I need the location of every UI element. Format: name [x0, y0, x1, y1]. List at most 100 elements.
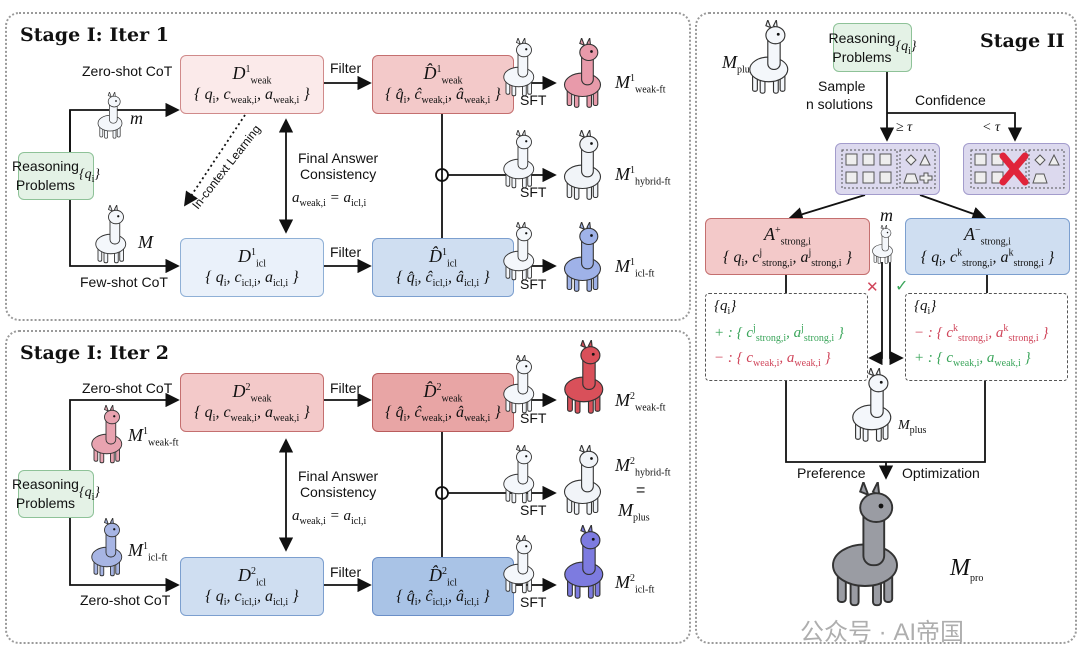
math-term: } [841, 248, 852, 266]
math-term: , aicl,i [256, 588, 289, 609]
dhat-icl-tuple: { q̂i, ĉicl,i, âicl,i } [396, 269, 489, 289]
subscript: pro [970, 572, 984, 584]
subscript: plus [909, 424, 927, 436]
subscript: weak-ft [148, 437, 179, 449]
math-term: Mpro [950, 555, 984, 584]
subscript: icl,i [463, 597, 480, 609]
few-shot-cot-label: Few-shot CoT [80, 274, 168, 290]
subscript: strong,i [811, 258, 842, 270]
a-plus-title: A+strong,i [764, 224, 811, 248]
watermark: 公众号 · AI帝国 [800, 619, 965, 646]
math-term: { qi [194, 86, 216, 107]
llama-icon [563, 445, 602, 515]
subscript: icl,i [241, 597, 257, 609]
llama-icon [749, 20, 789, 94]
math-term: + : { cjstrong,i [714, 323, 787, 344]
math-term: , cicl,i [226, 269, 257, 290]
equals-sign: = [636, 482, 646, 499]
iter2-title: Stage I: Iter 2 [20, 342, 169, 364]
weak-ft-model-label: M2weak-ft [615, 390, 666, 414]
subscript: weak,i [230, 413, 257, 425]
math-term: } [479, 269, 490, 287]
llama-icon [563, 222, 602, 292]
subscript: weak,i [953, 358, 980, 369]
math-term: − : { cweak,i [714, 350, 780, 369]
math-term: { q̂i [385, 86, 407, 107]
llama-icon [852, 368, 892, 442]
math-term: {qi [895, 38, 911, 57]
subscript: i [91, 491, 95, 503]
math-term: M2weak-ft [615, 390, 666, 414]
d-icl-tuple: { qi, cicl,i, aicl,i } [205, 588, 298, 608]
cross-icon: ✕ [866, 279, 879, 296]
question-set: {qi} [714, 298, 859, 317]
d-weak-tuple: { qi, cweak,i, aweak,i } [194, 86, 309, 106]
math-term: { qi [205, 588, 227, 609]
math-term: D̂2icl [429, 564, 457, 589]
superscript: j [808, 247, 812, 259]
subscript: icl,i [351, 516, 367, 527]
rejected-solution-shapes [970, 149, 1064, 189]
sample-label: Sample [818, 78, 866, 94]
llama-icon [503, 222, 535, 281]
problem-set: {qi} [78, 167, 100, 185]
math-term: , aweak,i [256, 404, 300, 425]
consistency-label: Final Answer Consistency [298, 150, 378, 182]
positive-pair: + : { cjstrong,i, ajstrong,i } [714, 323, 859, 344]
llama-icon [503, 38, 535, 97]
math-term: M1icl-ft [128, 540, 168, 564]
math-term: m [880, 205, 893, 225]
dhat-weak-tuple: { q̂i, ĉweak,i, âweak,i } [385, 86, 500, 106]
reasoning-label-2: Problems [15, 495, 76, 511]
stage2-title: Stage II [980, 30, 1065, 52]
subscript: strong,i [1013, 258, 1044, 270]
math-term: , aweak,i [779, 350, 821, 369]
subscript: weak,i [421, 413, 448, 425]
superscript: j [759, 247, 763, 259]
d-weak-box: D1weak { qi, cweak,i, aweak,i } [180, 55, 324, 114]
weak-ft-model-label: M1weak-ft [615, 72, 666, 96]
reasoning-label-2: Problems [15, 177, 76, 193]
iter1-title: Stage I: Iter 1 [20, 24, 169, 46]
subscript: strong,i [803, 333, 835, 344]
math-term: , cweak,i [215, 404, 257, 425]
math-term: } [1038, 325, 1049, 341]
math-term: A+strong,i [764, 223, 811, 248]
superscript: 2 [442, 565, 447, 577]
subscript: icl,i [432, 278, 448, 290]
math-term: = [325, 508, 344, 524]
negative-pair: − : { cweak,i, aweak,i } [714, 350, 859, 369]
subscript: weak-ft [635, 84, 666, 96]
math-term: A−strong,i [964, 223, 1011, 248]
superscript: 1 [143, 426, 148, 437]
dhat-icl-title: D̂2icl [429, 565, 457, 589]
a-minus-title: A−strong,i [964, 224, 1011, 248]
math-term: } [1020, 350, 1031, 366]
zero-shot-cot-label: Zero-shot CoT [82, 63, 173, 79]
llama-icon [564, 525, 604, 599]
subscript: weak,i [230, 95, 257, 107]
d-weak-box: D2weak { qi, cweak,i, aweak,i } [180, 373, 324, 432]
subscript: strong,i [958, 333, 989, 344]
icl-ft-model-label: M2icl-ft [615, 572, 654, 596]
subscript: weak,i [299, 198, 326, 209]
d-icl-box: D2icl { qi, cicl,i, aicl,i } [180, 557, 324, 616]
math-term: = [325, 190, 344, 206]
math-term: { q̂i [385, 404, 407, 425]
math-term: M1weak-ft [128, 425, 179, 449]
llama-icon [91, 518, 123, 577]
subscript: i [91, 173, 95, 185]
reasoning-problems-box: Reasoning Problems {qi} [12, 470, 100, 518]
d-icl-title: D2icl [238, 565, 266, 589]
math-term: M1hybrid-ft [615, 164, 671, 188]
filter-label: Filter [330, 564, 362, 580]
math-term: , cweak,i [215, 86, 257, 107]
zero-shot-cot-label: Zero-shot CoT [82, 380, 173, 396]
subscript: weak,i [272, 413, 300, 425]
weak-ft-input-model: M1weak-ft [128, 425, 179, 449]
consistency-line-2: Consistency [299, 166, 377, 182]
dhat-weak-title: D̂1weak [423, 63, 462, 87]
consistency-line-1: Final Answer [298, 150, 379, 166]
consistency-equation: aweak,i = aicl,i [292, 508, 366, 527]
dhat-weak-box: D̂2weak { q̂i, ĉweak,i, âweak,i } [372, 373, 514, 432]
